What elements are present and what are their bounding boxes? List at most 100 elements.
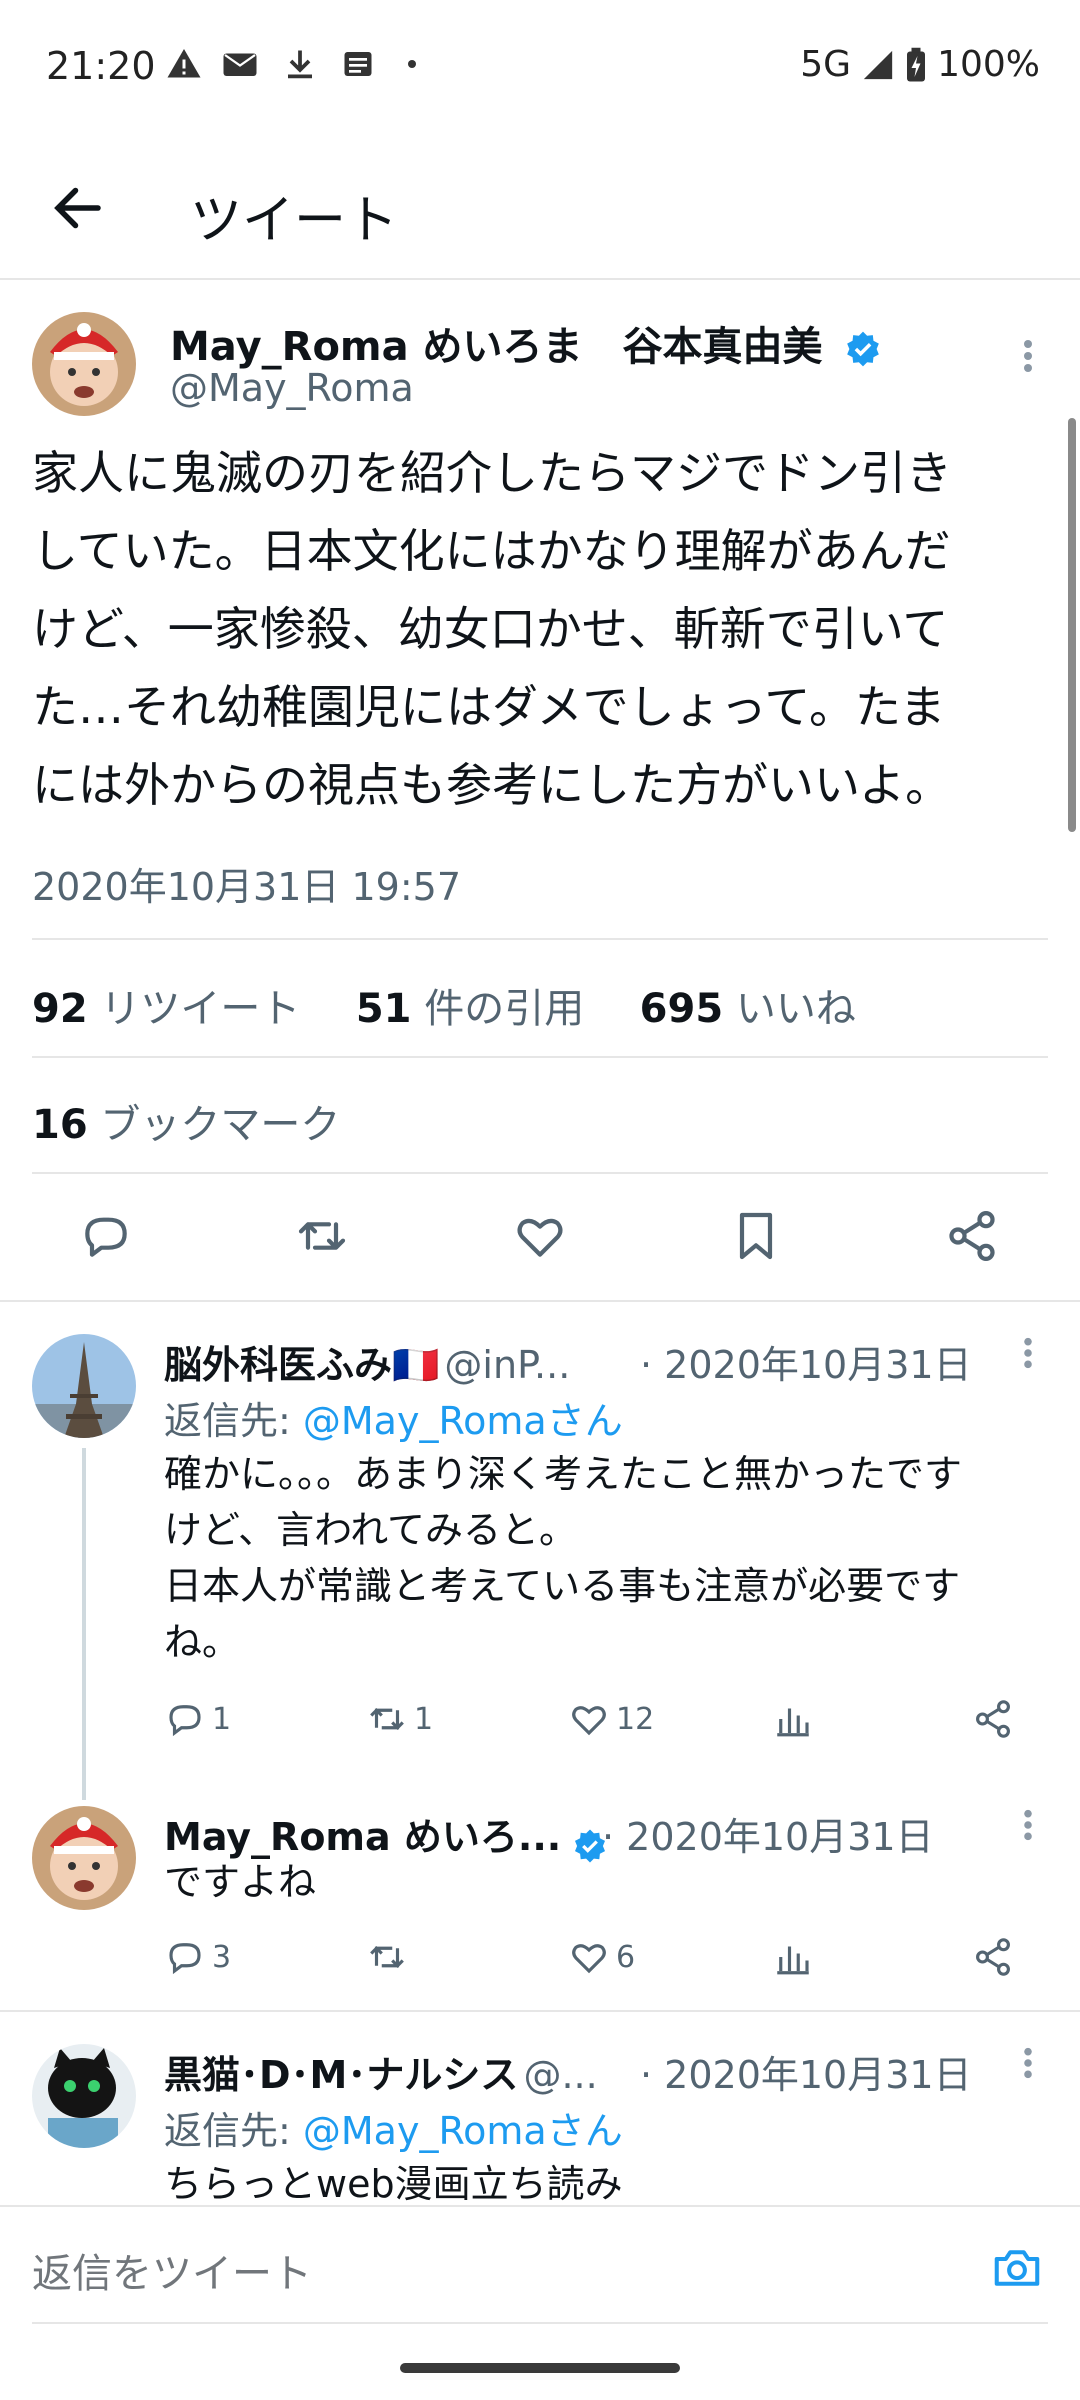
tweet-line: には外からの視点も参考にした方がいいよ。 <box>32 758 952 812</box>
like-count[interactable]: 695 <box>640 986 724 1032</box>
retweet-label[interactable]: リツイート <box>100 986 300 1032</box>
bookmark-icon[interactable] <box>728 1208 784 1264</box>
more-options-icon[interactable] <box>1022 338 1034 374</box>
battery-charging-icon <box>905 47 927 83</box>
reply-display-name[interactable]: 黒猫･D･M･ナルシス <box>164 2053 518 2097</box>
retweet-count[interactable]: 92 <box>32 986 88 1032</box>
tweet-body: 家人に鬼滅の刃を紹介したらマジでドン引き していた。日本文化にはかなり理解があん… <box>32 434 1052 824</box>
share-icon[interactable] <box>944 1208 1000 1264</box>
reply-line: ね。 <box>164 1620 241 1664</box>
tweet-stats: 92 リツイート 51 件の引用 695 いいね <box>32 976 856 1034</box>
camera-icon[interactable] <box>990 2241 1044 2295</box>
top-bar: ツイート <box>0 140 1080 280</box>
status-right: 5G 100% <box>800 44 1040 85</box>
reply-retweet-button[interactable] <box>366 1936 414 1978</box>
reply-body: 確かに。。。あまり深く考えたこと無かったです けど、言われてみると。 日本人が常… <box>164 1446 1064 1670</box>
author-avatar[interactable] <box>32 312 136 416</box>
divider <box>32 2322 1048 2324</box>
cau-mail-icon <box>222 46 258 82</box>
reply-header: 脳外科医ふみ🇫🇷 @inP... <box>164 1334 570 1389</box>
reply-icon <box>169 1705 201 1737</box>
reply-body: ちらっとweb漫画立ち読み <box>164 2156 623 2212</box>
reply-reply-count: 3 <box>212 1939 232 1975</box>
bookmark-count: 16 <box>32 1102 88 1148</box>
verified-badge-icon <box>844 330 882 368</box>
page-title: ツイート <box>190 191 399 251</box>
reply-reply-button[interactable]: 1 <box>164 1698 231 1740</box>
reply-like-button[interactable]: 6 <box>568 1936 635 1978</box>
reply-more-icon[interactable] <box>1022 2046 1034 2080</box>
news-icon <box>340 46 376 82</box>
back-arrow-icon[interactable] <box>48 178 108 238</box>
reply-to-user-link[interactable]: @May_Romaさん <box>303 2109 623 2153</box>
download-icon <box>282 46 318 82</box>
reply-display-name[interactable]: 脳外科医ふみ🇫🇷 <box>164 1343 439 1387</box>
status-time: 21:20 <box>46 44 156 88</box>
dot-icon <box>408 60 416 68</box>
divider <box>0 2010 1080 2012</box>
reply-date[interactable]: · 2020年10月31日 <box>602 1806 934 1861</box>
reply-to-prefix: 返信先: <box>164 1399 303 1443</box>
reply-avatar[interactable] <box>32 2044 136 2148</box>
thread-line <box>82 1448 86 1800</box>
reply-like-count: 6 <box>616 1939 636 1975</box>
quote-label[interactable]: 件の引用 <box>424 986 584 1032</box>
reply-like-button[interactable]: 12 <box>568 1698 654 1740</box>
reply-to-user-link[interactable]: @May_Romaさん <box>303 1399 623 1443</box>
reply-avatar[interactable] <box>32 1334 136 1438</box>
reply-handle[interactable]: @... <box>523 2053 597 2097</box>
battery-label: 100% <box>937 44 1040 85</box>
analytics-icon[interactable] <box>772 1698 814 1740</box>
reply-reply-button[interactable]: 3 <box>164 1936 231 1978</box>
retweet-icon[interactable] <box>294 1208 350 1264</box>
tweet-timestamp[interactable]: 2020年10月31日 19:57 <box>32 856 461 911</box>
scrollbar[interactable] <box>1068 418 1076 832</box>
author-display-name[interactable]: May_Roma めいろま 谷本真由美 <box>170 314 882 372</box>
tweet-line: た…それ幼稚園児にはダメでしょって。たま <box>32 680 946 734</box>
reply-avatar[interactable] <box>32 1806 136 1910</box>
reply-line: 確かに。。。あまり深く考えたこと無かったです <box>164 1452 963 1496</box>
reply-more-icon[interactable] <box>1022 1808 1034 1842</box>
bookmark-stats[interactable]: 16 ブックマーク <box>32 1092 340 1150</box>
reply-more-icon[interactable] <box>1022 1336 1034 1370</box>
like-heart-icon[interactable] <box>512 1208 568 1264</box>
retweet-icon <box>370 1946 404 1968</box>
reply-to: 返信先: @May_Romaさん <box>164 1390 623 1445</box>
status-bar: 21:20 5G 100% <box>0 0 1080 130</box>
reply-handle[interactable]: @inP... <box>444 1343 570 1387</box>
tweet-line: 家人に鬼滅の刃を紹介したらマジでドン引き <box>32 446 952 500</box>
reply-icon <box>169 1943 201 1975</box>
quote-count[interactable]: 51 <box>356 986 412 1032</box>
network-label: 5G <box>800 44 852 85</box>
divider <box>32 1056 1048 1058</box>
reply-to: 返信先: @May_Romaさん <box>164 2100 623 2155</box>
reply-line: 日本人が常識と考えている事も注意が必要です <box>164 1564 961 1608</box>
divider <box>32 938 1048 940</box>
home-gesture-bar[interactable] <box>400 2363 680 2373</box>
analytics-icon[interactable] <box>772 1936 814 1978</box>
reply-header: 黒猫･D･M･ナルシス @... <box>164 2044 598 2099</box>
share-icon[interactable] <box>972 1698 1014 1740</box>
like-heart-icon <box>572 1944 606 1974</box>
reply-input[interactable]: 返信をツイート <box>32 2241 312 2299</box>
reply-retweet-count: 1 <box>414 1701 434 1737</box>
warning-icon <box>166 46 202 82</box>
retweet-icon <box>370 1708 404 1730</box>
reply-date[interactable]: · 2020年10月31日 <box>640 1334 972 1389</box>
like-label[interactable]: いいね <box>736 986 856 1032</box>
reply-line: けど、言われてみると。 <box>164 1508 578 1552</box>
reply-retweet-button[interactable]: 1 <box>366 1698 433 1740</box>
reply-like-count: 12 <box>616 1701 655 1737</box>
like-heart-icon <box>572 1706 606 1736</box>
bookmark-label: ブックマーク <box>100 1102 341 1148</box>
divider <box>32 1172 1048 1174</box>
reply-composer: 返信をツイート <box>0 2205 1080 2327</box>
reply-to-prefix: 返信先: <box>164 2109 303 2153</box>
reply-date[interactable]: · 2020年10月31日 <box>640 2044 972 2099</box>
tweet-line: していた。日本文化にはかなり理解があんだ <box>32 524 951 578</box>
reply-icon[interactable] <box>78 1208 134 1264</box>
author-handle[interactable]: @May_Roma <box>170 366 414 410</box>
reply-display-name[interactable]: May_Roma めいろ... <box>164 1815 561 1859</box>
share-icon[interactable] <box>972 1936 1014 1978</box>
tweet-line: けど、一家惨殺、幼女口かせ、斬新で引いて <box>32 602 949 656</box>
